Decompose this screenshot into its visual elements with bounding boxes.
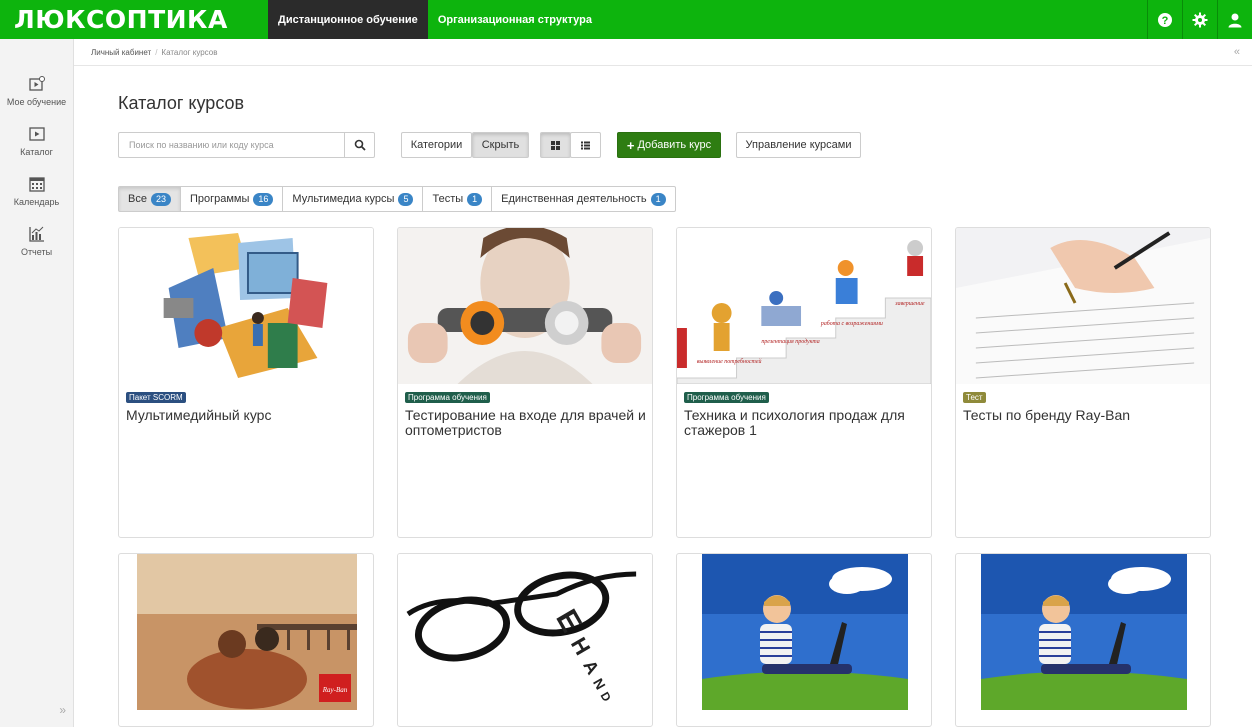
count-badge: 23 [150, 192, 171, 206]
manage-courses-button[interactable]: Управление курсами [736, 132, 861, 158]
course-type-badge: Программа обучения [684, 392, 769, 403]
add-course-button[interactable]: + Добавить курс [617, 132, 721, 158]
filter-label: Мультимедиа курсы [292, 193, 395, 205]
sidebar-item-label: Календарь [13, 197, 60, 207]
course-card[interactable]: Тест Тесты по бренду Ray-Ban [955, 227, 1211, 538]
sidebar-item-label: Отчеты [20, 247, 53, 257]
list-view-icon [581, 141, 590, 149]
count-badge: 16 [253, 192, 274, 206]
sidebar-item-reports[interactable]: Отчеты [0, 225, 73, 257]
course-card[interactable]: Программа обучения Тестирование на входе… [397, 227, 653, 538]
filter-label: Все [128, 193, 147, 205]
expand-sidebar-icon[interactable]: » [0, 703, 74, 717]
course-type-filter: Все 23 Программы 16 Мультимедиа курсы 5 … [118, 186, 676, 212]
gear-icon[interactable] [1182, 0, 1217, 39]
course-type-badge: Программа обучения [405, 392, 490, 403]
course-title[interactable]: Тестирование на входе для врачей и оптом… [405, 408, 647, 438]
svg-text:презентация продукта: презентация продукта [761, 338, 819, 345]
course-image: E H A N D [398, 554, 652, 710]
filter-tests[interactable]: Тесты 1 [422, 186, 493, 212]
filter-programs[interactable]: Программы 16 [179, 186, 284, 212]
plus-icon: + [626, 137, 635, 153]
course-card[interactable]: Пакет SCORM Мультимедийный курс [118, 227, 374, 538]
course-image: выявление потребностей презентация проду… [677, 228, 931, 384]
count-badge: 1 [467, 192, 483, 206]
breadcrumb-separator: / [155, 47, 158, 57]
add-course-label: Добавить курс [637, 139, 712, 151]
course-card[interactable]: выявление потребностей презентация проду… [676, 227, 932, 538]
course-image [956, 228, 1210, 384]
filter-label: Единственная деятельность [501, 193, 647, 205]
reports-icon [28, 226, 44, 242]
svg-text:?: ? [1162, 15, 1169, 27]
calendar-icon [28, 177, 45, 192]
logo[interactable]: ЛЮКСОПТИКА [0, 0, 268, 39]
breadcrumb: Личный кабинет / Каталог курсов « [74, 39, 1252, 66]
course-card[interactable] [955, 553, 1211, 727]
sidebar-item-label: Мое обучение [6, 97, 67, 107]
svg-text:работа с возражениями: работа с возражениями [820, 320, 883, 327]
user-icon[interactable] [1217, 0, 1252, 39]
filter-multimedia[interactable]: Мультимедиа курсы 5 [282, 186, 424, 212]
nav-org-structure[interactable]: Организационная структура [428, 0, 602, 39]
filter-label: Тесты [432, 193, 464, 205]
page-title: Каталог курсов [118, 93, 245, 113]
search-box [118, 132, 375, 158]
sidebar-item-my-learning[interactable]: Мое обучение [0, 75, 73, 107]
course-title[interactable]: Тесты по бренду Ray-Ban [963, 408, 1205, 423]
count-badge: 5 [398, 192, 414, 206]
nav-distance-learning[interactable]: Дистанционное обучение [268, 0, 428, 39]
svg-text:выявление потребностей: выявление потребностей [697, 358, 762, 365]
filter-label: Программы [189, 193, 250, 205]
list-view-button[interactable] [570, 132, 601, 158]
hide-button[interactable]: Скрыть [472, 132, 529, 158]
course-title[interactable]: Техника и психология продаж для стажеров… [684, 408, 926, 438]
search-input[interactable] [119, 133, 344, 157]
sidebar: Мое обучение Каталог Календарь Отчеты » [0, 39, 74, 727]
course-type-badge: Пакет SCORM [126, 392, 186, 403]
filter-single-activity[interactable]: Единственная деятельность 1 [491, 186, 676, 212]
course-image [981, 554, 1187, 710]
course-card[interactable]: E H A N D [397, 553, 653, 727]
course-card[interactable] [676, 553, 932, 727]
course-image [119, 228, 373, 384]
sidebar-item-calendar[interactable]: Календарь [0, 175, 73, 207]
grid-view-button[interactable] [540, 132, 571, 158]
svg-text:Ray-Ban: Ray-Ban [322, 686, 348, 694]
sidebar-item-catalog[interactable]: Каталог [0, 125, 73, 157]
breadcrumb-current: Каталог курсов [161, 47, 218, 57]
course-image: Ray-Ban [137, 554, 357, 710]
course-card[interactable]: Ray-Ban [118, 553, 374, 727]
search-button[interactable] [344, 133, 374, 157]
breadcrumb-home[interactable]: Личный кабинет [91, 48, 151, 57]
help-icon[interactable]: ? [1147, 0, 1182, 39]
collapse-icon[interactable]: « [1234, 46, 1240, 58]
svg-text:завершение: завершение [894, 301, 925, 307]
search-icon [354, 139, 366, 151]
sidebar-item-label: Каталог [20, 147, 53, 157]
categories-button[interactable]: Категории [401, 132, 472, 158]
top-navbar: ЛЮКСОПТИКА Дистанционное обучение Органи… [0, 0, 1252, 39]
my-learning-icon [28, 76, 45, 91]
filter-all[interactable]: Все 23 [118, 186, 181, 212]
course-image [702, 554, 908, 710]
course-type-badge: Тест [963, 392, 986, 403]
course-image [398, 228, 652, 384]
grid-view-icon [551, 140, 560, 150]
count-badge: 1 [650, 192, 666, 206]
course-title[interactable]: Мультимедийный курс [126, 408, 368, 423]
catalog-icon [28, 127, 45, 141]
